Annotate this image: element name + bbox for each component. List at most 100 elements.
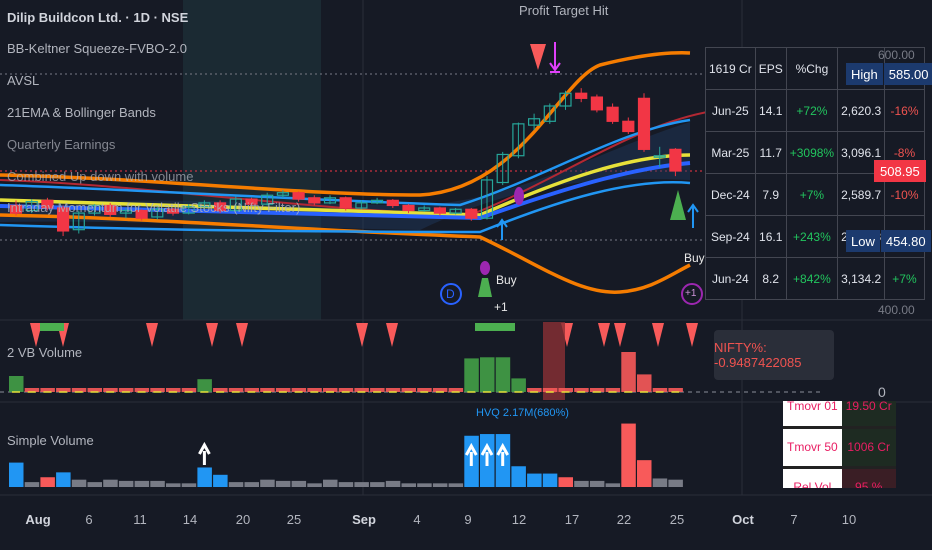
volume-bar: [448, 483, 464, 487]
cell: Jun-25: [705, 89, 756, 132]
vb-volume-bars: [9, 352, 683, 393]
session-highlight: [183, 0, 321, 320]
squeeze-bar: [475, 323, 515, 331]
volume-bar: [228, 482, 244, 487]
vb-bar: [637, 374, 652, 392]
volume-bar: [40, 477, 55, 487]
time-label: Aug: [25, 512, 51, 527]
volume-bar: [213, 474, 228, 487]
volume-bar: [605, 483, 621, 487]
candle-body: [606, 106, 619, 122]
buy-label: Buy: [496, 273, 517, 287]
candle-body: [386, 199, 399, 207]
volume-bar: [71, 479, 87, 487]
indicator-updown-volume[interactable]: Combined Up down with volume: [7, 169, 193, 184]
indicator-ema-bb[interactable]: 21EMA & Bollinger Bands: [7, 105, 156, 120]
time-label: 9: [464, 512, 472, 527]
candle-body: [637, 97, 651, 150]
volume-bar: [275, 480, 291, 487]
simple-volume-title[interactable]: Simple Volume: [7, 433, 94, 448]
vb-bar: [9, 376, 24, 392]
candle-body: [590, 96, 604, 111]
vb-volume-title[interactable]: 2 VB Volume: [7, 345, 82, 360]
time-label: 10: [841, 512, 857, 527]
indicator-bb-keltner[interactable]: BB-Keltner Squeeze-FVBO-2.0: [7, 41, 187, 56]
cell: 11.7: [754, 131, 787, 174]
time-label: 20: [235, 512, 251, 527]
volume-bar: [338, 482, 354, 487]
time-label: 7: [790, 512, 798, 527]
buy-plus-label: +1: [494, 300, 508, 314]
sell-triangle-icon: [386, 323, 398, 347]
vb-bar: [495, 357, 511, 392]
cell: 1619 Cr: [705, 47, 756, 90]
nifty-tooltip: NIFTY%: -0.9487422085: [714, 330, 834, 380]
volume-bar: [652, 478, 668, 487]
table-row: Tmovr 01 19.50 Cr: [783, 401, 896, 429]
cell: 16.1: [754, 215, 787, 258]
high-value: 585.00: [883, 63, 932, 85]
cell: +72%: [785, 89, 839, 132]
candle-body: [402, 204, 415, 212]
low-badge: Low 454.80: [846, 230, 931, 252]
volume-bar: [589, 480, 605, 487]
volume-bar: [527, 473, 542, 487]
last-price-badge: 508.95: [874, 160, 926, 182]
volume-bar: [621, 423, 636, 487]
volume-bar: [9, 462, 24, 487]
volume-bar: [244, 482, 259, 487]
sell-triangle-icon: [146, 323, 158, 347]
candle-body: [575, 92, 588, 99]
volume-bar: [511, 466, 526, 487]
sell-triangle-icon: [686, 323, 698, 347]
sell-triangle-icon: [356, 323, 368, 347]
cell: +842%: [785, 257, 839, 300]
symbol-title[interactable]: Dilip Buildcon Ltd. · 1D · NSE: [7, 10, 188, 25]
cell: 19.50 Cr: [841, 401, 896, 429]
indicator-avsl[interactable]: AVSL: [7, 73, 39, 88]
time-label: Sep: [352, 512, 376, 527]
time-label: 14: [182, 512, 198, 527]
turnover-table-wrap: Tmovr 01 19.50 Cr Tmovr 50 1006 Cr Rel Vol…: [783, 401, 896, 488]
cell: %Chg: [785, 47, 839, 90]
time-label: 25: [669, 512, 685, 527]
volume-bar: [260, 479, 275, 487]
indicator-intraday-momentum[interactable]: Intraday Momentum for Volatile Stocks (N…: [7, 200, 300, 215]
time-label: 22: [616, 512, 632, 527]
volume-bar: [24, 482, 40, 487]
signal-dot-icon: [480, 261, 490, 275]
candle-body: [669, 148, 682, 172]
volume-bar: [354, 482, 369, 487]
time-label: 17: [564, 512, 580, 527]
table-row: Tmovr 50 1006 Cr: [783, 427, 896, 469]
vb-bar: [464, 358, 479, 392]
time-label: 12: [511, 512, 527, 527]
last-price-value: 508.95: [874, 160, 926, 182]
volume-bar: [166, 483, 181, 487]
volume-bar: [370, 482, 385, 487]
volume-bar: [87, 482, 102, 487]
turnover-table: Tmovr 01 19.50 Cr Tmovr 50 1006 Cr Rel Vol…: [783, 401, 896, 488]
cell: 1006 Cr: [841, 427, 896, 469]
table-row: Jun-24 8.2 +842% 3,134.2 +7%: [705, 257, 925, 300]
volume-bar: [150, 480, 165, 487]
time-label: 25: [286, 512, 302, 527]
cell: +3098%: [785, 131, 839, 174]
volume-bar: [134, 480, 150, 487]
indicator-quarterly-earnings[interactable]: Quarterly Earnings: [7, 137, 115, 152]
buy-marker-icon: [478, 278, 492, 297]
cell: Tmovr 01: [783, 401, 842, 429]
price-label-600: 600.00: [878, 48, 915, 62]
candle-body: [465, 208, 478, 219]
volume-bar: [385, 480, 401, 487]
sell-triangle-icon: [236, 323, 248, 347]
cell: +7%: [785, 173, 839, 216]
cell: 2,620.3: [837, 89, 886, 132]
vb-zero-label: 0: [878, 384, 886, 400]
cell: 95 %: [841, 467, 896, 488]
cell: Sep-24: [705, 215, 756, 258]
volume-bar: [401, 483, 416, 487]
sell-triangle-icon: [652, 323, 664, 347]
sell-triangle-icon: [206, 323, 218, 347]
cell: 8.2: [754, 257, 787, 300]
